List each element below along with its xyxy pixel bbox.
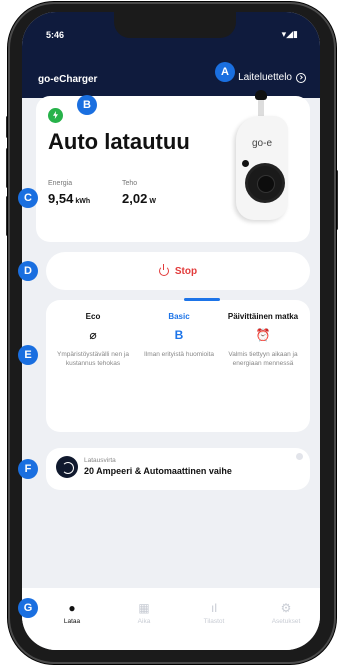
alarm-clock-icon: ⏰ — [255, 328, 271, 342]
stop-button[interactable]: Stop — [46, 252, 310, 290]
circle-arrow-icon — [296, 72, 306, 83]
mode-eco-desc: Ympäristöystävälli nen ja kustannus teho… — [57, 351, 129, 367]
current-label: Latausvirta — [84, 457, 116, 464]
mode-basic-desc: Ilman erityistä huomioita — [143, 351, 215, 358]
nav-label-settings: Asetukset — [271, 618, 301, 625]
status-time: 5:46 — [46, 30, 65, 40]
mode-daily-trip-desc: Valmis tiettyyn aikaan ja energiaan menn… — [228, 351, 298, 367]
callout-a: A — [215, 62, 235, 82]
charger-led — [242, 160, 249, 167]
basic-b-icon: B — [174, 328, 184, 342]
nav-item-charge[interactable]: ● Lataa — [44, 600, 100, 625]
notch — [114, 12, 236, 38]
bar-chart-icon: ıl — [211, 601, 217, 615]
callout-e: E — [18, 345, 38, 365]
mode-daily-trip-title: Päivittäinen matka — [227, 312, 299, 321]
callout-g: G — [18, 598, 38, 618]
nav-label-charge: Lataa — [63, 618, 81, 625]
nav-item-stats[interactable]: ıl Tilastot — [186, 600, 242, 625]
charger-logo: go-e — [252, 138, 273, 149]
mode-basic[interactable]: Basic B Ilman erityistä huomioita — [142, 312, 216, 359]
gear-icon: ⚙ — [280, 601, 292, 615]
plug-icon: ● — [68, 601, 76, 615]
device-list-label: Laiteluettelo — [238, 72, 292, 83]
nav-item-time[interactable]: ▦ Aika — [116, 600, 172, 625]
mode-eco[interactable]: Eco ⌀ Ympäristöystävälli nen ja kustannu… — [56, 312, 130, 368]
gauge-icon — [56, 456, 78, 478]
nav-label-time: Aika — [137, 618, 151, 625]
stop-label: Stop — [174, 265, 198, 277]
power-icon — [158, 264, 169, 276]
power-label: Teho — [122, 180, 138, 187]
mode-basic-title: Basic — [168, 312, 190, 321]
status-icons: ▾◢▮ — [281, 29, 298, 39]
device-list-button[interactable]: Laiteluettelo — [238, 72, 306, 83]
leaf-icon: ⌀ — [89, 328, 97, 342]
callout-c: C — [18, 188, 38, 208]
mode-selected-indicator — [184, 298, 220, 301]
callout-f: F — [18, 459, 38, 479]
nav-item-settings[interactable]: ⚙ Asetukset — [258, 600, 314, 625]
mode-eco-title: Eco — [85, 312, 101, 321]
charging-bolt-icon — [48, 108, 63, 123]
callout-d: D — [18, 261, 38, 281]
info-icon[interactable] — [296, 453, 303, 460]
charger-image: go-e — [236, 90, 288, 220]
callout-b: B — [77, 95, 97, 115]
charger-knob — [248, 166, 282, 200]
charging-status-title: Auto latautuu — [48, 129, 190, 154]
current-value: 20 Ampeeri & Automaattinen vaihe — [84, 466, 232, 476]
calendar-icon: ▦ — [138, 601, 150, 615]
charger-plug — [255, 90, 267, 100]
app-title: go-eCharger — [38, 74, 98, 85]
power-value: 2,02 W — [122, 191, 156, 206]
energy-label: Energia — [48, 180, 73, 187]
energy-value: 9,54 kWh — [48, 191, 91, 206]
nav-label-stats: Tilastot — [203, 618, 225, 625]
mode-daily-trip[interactable]: Päivittäinen matka ⏰ Valmis tiettyyn aik… — [226, 312, 300, 368]
